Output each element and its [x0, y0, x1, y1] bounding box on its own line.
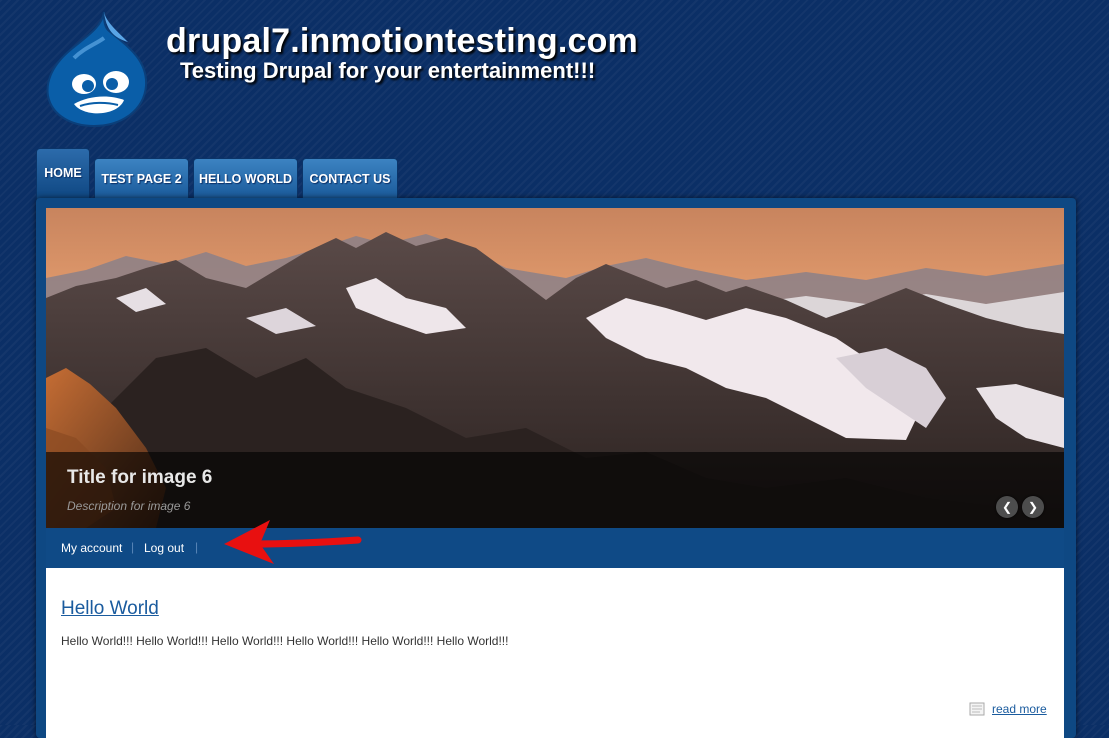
slide-description: Description for image 6	[67, 499, 191, 513]
log-out-link[interactable]: Log out	[144, 541, 184, 555]
secondary-menu: My account | Log out |	[46, 528, 1064, 568]
my-account-link[interactable]: My account	[61, 541, 122, 555]
slide-title: Title for image 6	[67, 467, 213, 488]
tab-test-page-2[interactable]: TEST PAGE 2	[94, 158, 189, 198]
read-more-link[interactable]: read more	[992, 702, 1047, 716]
main-panel: Title for image 6 Description for image …	[36, 198, 1076, 738]
site-slogan: Testing Drupal for your entertainment!!!	[180, 58, 596, 83]
site-name[interactable]: drupal7.inmotiontesting.com	[166, 22, 638, 61]
node-body: Hello World!!! Hello World!!! Hello Worl…	[61, 634, 509, 648]
tab-contact-us[interactable]: CONTACT US	[302, 158, 398, 198]
drupal-logo-icon[interactable]	[44, 8, 150, 128]
tab-hello-world[interactable]: HELLO WORLD	[193, 158, 298, 198]
node-title-link[interactable]: Hello World	[61, 598, 159, 620]
tab-home[interactable]: HOME	[36, 148, 90, 200]
menu-separator: |	[131, 540, 135, 554]
slide-caption: Title for image 6 Description for image …	[46, 452, 1064, 528]
chevron-left-icon[interactable]: ❮	[996, 496, 1018, 518]
document-icon	[969, 702, 985, 716]
slideshow: Title for image 6 Description for image …	[46, 208, 1064, 528]
content-area: Hello World Hello World!!! Hello World!!…	[46, 568, 1064, 738]
chevron-right-icon[interactable]: ❯	[1022, 496, 1044, 518]
menu-separator: |	[195, 540, 199, 554]
annotation-arrow-icon	[224, 520, 362, 564]
